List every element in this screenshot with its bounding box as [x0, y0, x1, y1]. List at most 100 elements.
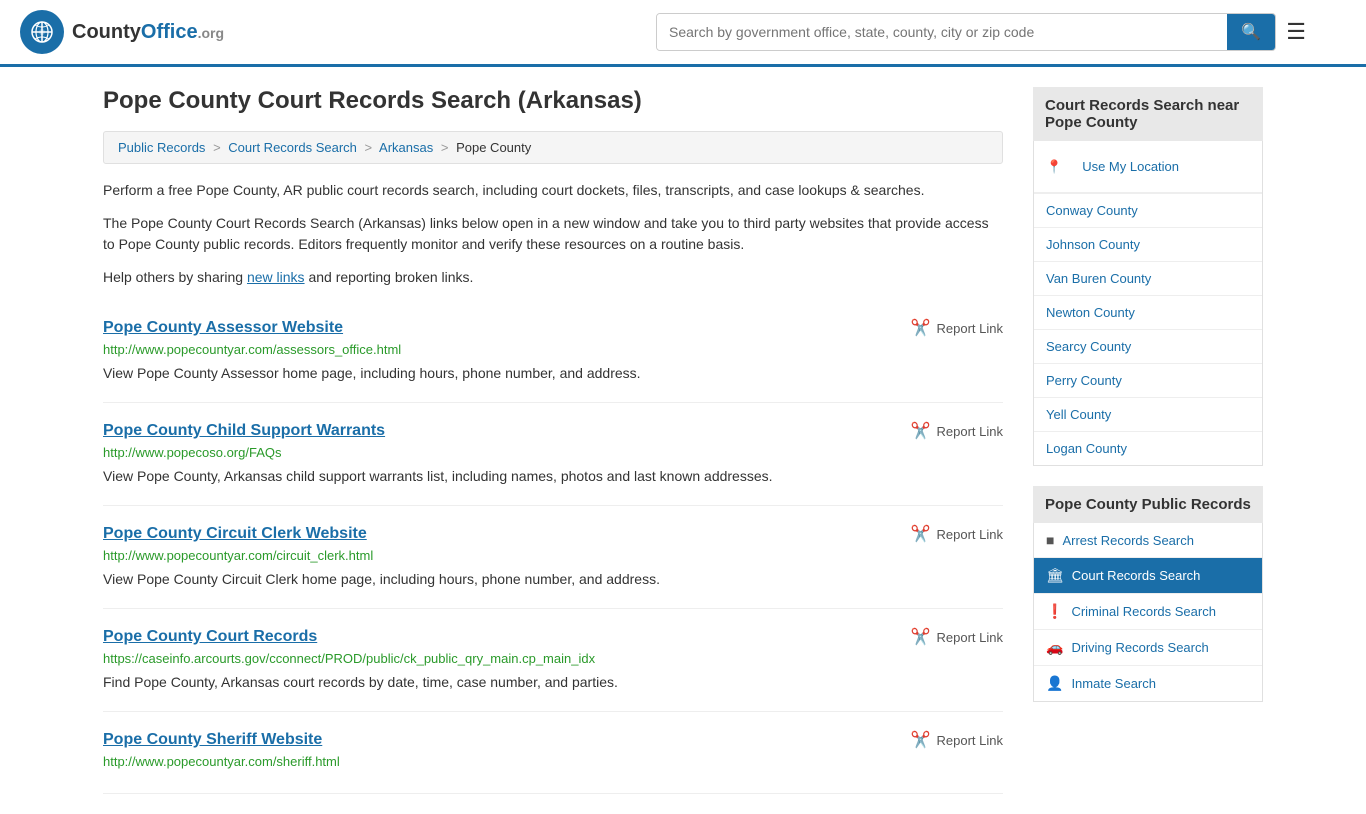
- report-label[interactable]: Report Link: [937, 424, 1003, 439]
- sidebar-item-label: Inmate Search: [1071, 676, 1156, 691]
- search-box: 🔍: [656, 13, 1276, 51]
- nearby-county-johnson[interactable]: Johnson County: [1034, 228, 1262, 262]
- search-area: 🔍 ☰: [656, 13, 1306, 51]
- result-title-link[interactable]: Pope County Child Support Warrants: [103, 422, 385, 440]
- content-area: Pope County Court Records Search (Arkans…: [103, 87, 1003, 794]
- nearby-county-perry[interactable]: Perry County: [1034, 364, 1262, 398]
- nearby-county-logan[interactable]: Logan County: [1034, 432, 1262, 465]
- sidebar-public-records-item[interactable]: ❗ Criminal Records Search: [1034, 594, 1262, 630]
- report-label[interactable]: Report Link: [937, 630, 1003, 645]
- sidebar-item-icon: 🏛: [1046, 567, 1064, 584]
- use-location-item[interactable]: 📍 Use My Location: [1034, 141, 1262, 194]
- new-links-link[interactable]: new links: [247, 269, 305, 285]
- nearby-county-conway[interactable]: Conway County: [1034, 194, 1262, 228]
- report-label[interactable]: Report Link: [937, 733, 1003, 748]
- search-input[interactable]: [657, 14, 1227, 50]
- site-header: CountyOffice.org 🔍 ☰: [0, 0, 1366, 67]
- sidebar-item-icon: 👤: [1046, 675, 1063, 692]
- report-icon: ✂️: [911, 318, 931, 338]
- sidebar-public-records-link[interactable]: 👤 Inmate Search: [1034, 666, 1262, 701]
- report-link[interactable]: ✂️ Report Link: [911, 318, 1003, 338]
- main-container: Pope County Court Records Search (Arkans…: [83, 67, 1283, 814]
- result-title-row: Pope County Court Records ✂️ Report Link: [103, 627, 1003, 647]
- sidebar-public-records-title: Pope County Public Records: [1033, 486, 1263, 523]
- sidebar-public-records-item[interactable]: 🏛 Court Records Search: [1034, 558, 1262, 594]
- sidebar-item-label: Criminal Records Search: [1071, 604, 1216, 619]
- sidebar-public-records-link[interactable]: 🏛 Court Records Search: [1034, 558, 1262, 593]
- result-description: View Pope County, Arkansas child support…: [103, 466, 1003, 487]
- report-icon: ✂️: [911, 421, 931, 441]
- result-item: Pope County Circuit Clerk Website ✂️ Rep…: [103, 506, 1003, 609]
- location-icon: 📍: [1046, 159, 1062, 175]
- result-title-row: Pope County Sheriff Website ✂️ Report Li…: [103, 730, 1003, 750]
- result-title-link[interactable]: Pope County Court Records: [103, 628, 317, 646]
- result-item: Pope County Sheriff Website ✂️ Report Li…: [103, 712, 1003, 794]
- breadcrumb-court-records[interactable]: Court Records Search: [228, 140, 357, 155]
- report-link[interactable]: ✂️ Report Link: [911, 730, 1003, 750]
- breadcrumb-arkansas[interactable]: Arkansas: [379, 140, 433, 155]
- description-2: The Pope County Court Records Search (Ar…: [103, 213, 1003, 255]
- nearby-county-yell[interactable]: Yell County: [1034, 398, 1262, 432]
- menu-icon[interactable]: ☰: [1286, 19, 1306, 45]
- result-url[interactable]: https://caseinfo.arcourts.gov/cconnect/P…: [103, 651, 1003, 666]
- result-description: Find Pope County, Arkansas court records…: [103, 672, 1003, 693]
- sidebar-item-label: Court Records Search: [1072, 568, 1201, 583]
- result-url[interactable]: http://www.popecoso.org/FAQs: [103, 445, 1003, 460]
- logo-wordmark: CountyOffice.org: [72, 21, 224, 44]
- sidebar: Court Records Search near Pope County 📍 …: [1033, 87, 1263, 794]
- breadcrumb: Public Records > Court Records Search > …: [103, 131, 1003, 164]
- report-link[interactable]: ✂️ Report Link: [911, 627, 1003, 647]
- sidebar-public-records-list: ■ Arrest Records Search 🏛 Court Records …: [1033, 523, 1263, 702]
- report-link[interactable]: ✂️ Report Link: [911, 421, 1003, 441]
- result-url[interactable]: http://www.popecountyar.com/assessors_of…: [103, 342, 1003, 357]
- sidebar-public-records-item[interactable]: ■ Arrest Records Search: [1034, 523, 1262, 558]
- sidebar-public-records-link[interactable]: ❗ Criminal Records Search: [1034, 594, 1262, 629]
- nearby-county-newton[interactable]: Newton County: [1034, 296, 1262, 330]
- sidebar-nearby-title: Court Records Search near Pope County: [1033, 87, 1263, 141]
- sidebar-item-icon: 🚗: [1046, 639, 1063, 656]
- search-icon: 🔍: [1241, 24, 1261, 41]
- report-icon: ✂️: [911, 627, 931, 647]
- report-label[interactable]: Report Link: [937, 321, 1003, 336]
- result-title-link[interactable]: Pope County Sheriff Website: [103, 731, 322, 749]
- result-description: View Pope County Assessor home page, inc…: [103, 363, 1003, 384]
- logo-icon: [20, 10, 64, 54]
- result-title-link[interactable]: Pope County Circuit Clerk Website: [103, 525, 367, 543]
- sidebar-item-icon: ■: [1046, 532, 1054, 548]
- report-link[interactable]: ✂️ Report Link: [911, 524, 1003, 544]
- sidebar-item-icon: ❗: [1046, 603, 1063, 620]
- result-item: Pope County Child Support Warrants ✂️ Re…: [103, 403, 1003, 506]
- sidebar-public-records-item[interactable]: 🚗 Driving Records Search: [1034, 630, 1262, 666]
- sidebar-public-records-item[interactable]: 👤 Inmate Search: [1034, 666, 1262, 701]
- sidebar-nearby-list: 📍 Use My Location Conway County Johnson …: [1033, 141, 1263, 466]
- sidebar-item-label: Arrest Records Search: [1062, 533, 1194, 548]
- result-title-link[interactable]: Pope County Assessor Website: [103, 319, 343, 337]
- result-url[interactable]: http://www.popecountyar.com/sheriff.html: [103, 754, 1003, 769]
- breadcrumb-current: Pope County: [456, 140, 531, 155]
- result-item: Pope County Assessor Website ✂️ Report L…: [103, 300, 1003, 403]
- logo[interactable]: CountyOffice.org: [20, 10, 224, 54]
- sidebar-item-label: Driving Records Search: [1071, 640, 1208, 655]
- report-icon: ✂️: [911, 524, 931, 544]
- result-title-row: Pope County Assessor Website ✂️ Report L…: [103, 318, 1003, 338]
- result-title-row: Pope County Circuit Clerk Website ✂️ Rep…: [103, 524, 1003, 544]
- results-list: Pope County Assessor Website ✂️ Report L…: [103, 300, 1003, 794]
- sidebar-public-records-section: Pope County Public Records ■ Arrest Reco…: [1033, 486, 1263, 702]
- sidebar-public-records-link[interactable]: ■ Arrest Records Search: [1034, 523, 1262, 557]
- result-item: Pope County Court Records ✂️ Report Link…: [103, 609, 1003, 712]
- use-location-link[interactable]: Use My Location: [1070, 150, 1191, 183]
- sidebar-nearby-section: Court Records Search near Pope County 📍 …: [1033, 87, 1263, 466]
- search-button[interactable]: 🔍: [1227, 14, 1275, 50]
- nearby-county-van-buren[interactable]: Van Buren County: [1034, 262, 1262, 296]
- sidebar-public-records-link[interactable]: 🚗 Driving Records Search: [1034, 630, 1262, 665]
- breadcrumb-public-records[interactable]: Public Records: [118, 140, 205, 155]
- description-1: Perform a free Pope County, AR public co…: [103, 180, 1003, 201]
- report-icon: ✂️: [911, 730, 931, 750]
- nearby-county-searcy[interactable]: Searcy County: [1034, 330, 1262, 364]
- result-title-row: Pope County Child Support Warrants ✂️ Re…: [103, 421, 1003, 441]
- description-3: Help others by sharing new links and rep…: [103, 267, 1003, 288]
- page-title: Pope County Court Records Search (Arkans…: [103, 87, 1003, 115]
- report-label[interactable]: Report Link: [937, 527, 1003, 542]
- result-url[interactable]: http://www.popecountyar.com/circuit_cler…: [103, 548, 1003, 563]
- result-description: View Pope County Circuit Clerk home page…: [103, 569, 1003, 590]
